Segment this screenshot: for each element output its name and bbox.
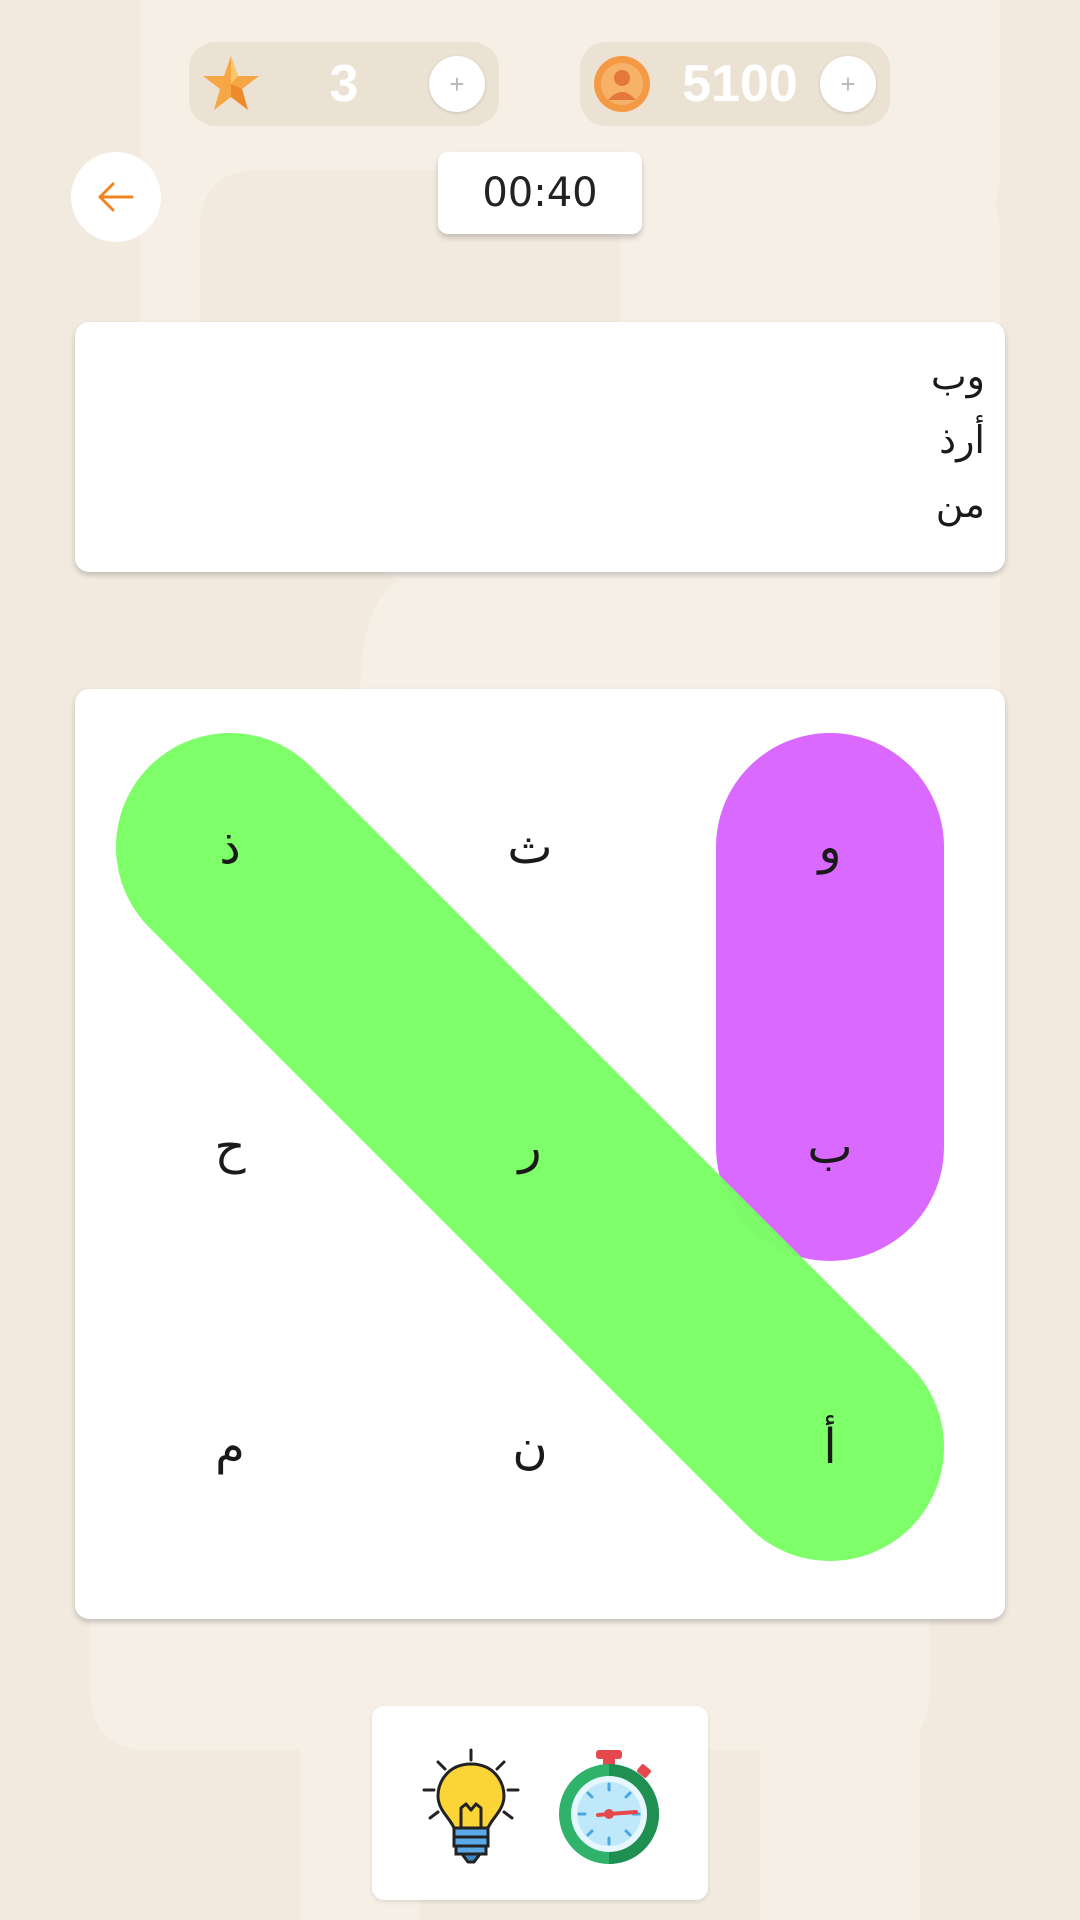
word-list-card: وب أرذ من <box>75 322 1005 572</box>
grid-cell[interactable]: ن <box>380 1297 680 1597</box>
grid-cell[interactable]: ب <box>680 997 980 1297</box>
add-stars-button[interactable]: + <box>429 56 485 112</box>
back-button[interactable] <box>71 152 161 242</box>
grid-cell[interactable]: ذ <box>80 697 380 997</box>
grid-cell[interactable]: ر <box>380 997 680 1297</box>
grid-cell[interactable]: ح <box>80 997 380 1297</box>
stopwatch-icon[interactable] <box>554 1748 664 1866</box>
top-bar: 3 + 5100 + <box>0 42 1080 128</box>
letter-grid: ذثوحربمنأ <box>75 689 1005 1619</box>
grid-cell[interactable]: م <box>80 1297 380 1597</box>
stars-counter: 3 + <box>189 42 499 126</box>
word-list: وب أرذ من <box>931 344 985 536</box>
word-item: من <box>935 482 985 526</box>
grid-cell[interactable]: ث <box>380 697 680 997</box>
coins-count: 5100 <box>682 55 798 113</box>
coins-counter: 5100 + <box>580 42 890 126</box>
word-item: وب <box>930 354 985 398</box>
grid-cell[interactable]: و <box>680 697 980 997</box>
powerups-bar <box>372 1706 708 1900</box>
timer-display: 00:40 <box>438 152 642 234</box>
star-icon <box>203 56 259 110</box>
grid-cell[interactable]: أ <box>680 1297 980 1597</box>
lightbulb-icon[interactable] <box>416 1748 526 1866</box>
add-coins-button[interactable]: + <box>820 56 876 112</box>
arrow-left-icon <box>98 182 134 212</box>
coin-icon <box>594 56 650 112</box>
word-item: أرذ <box>939 418 985 462</box>
stars-count: 3 <box>329 55 359 113</box>
